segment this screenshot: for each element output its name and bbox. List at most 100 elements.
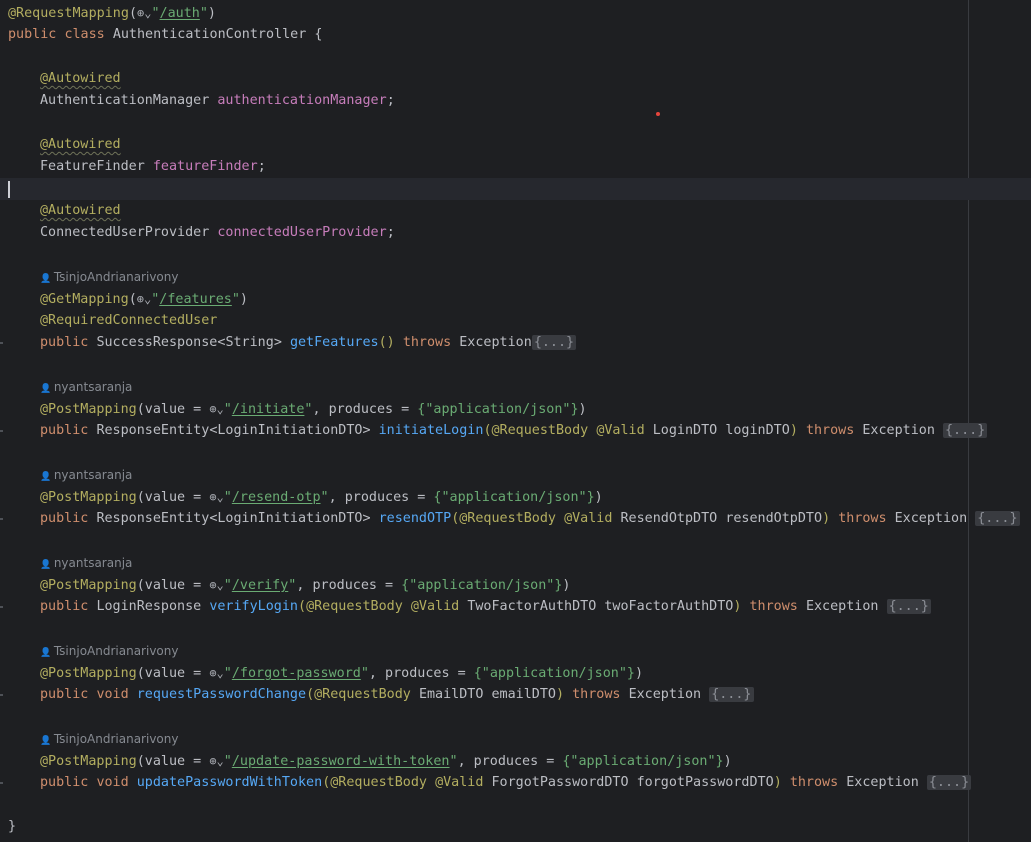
keyword: throws xyxy=(789,775,839,790)
exception-type: Exception xyxy=(805,599,879,614)
field-name: featureFinder xyxy=(152,159,258,174)
paren: ) xyxy=(723,754,732,769)
method-name: verifyLogin xyxy=(209,599,298,614)
folded-block[interactable]: {...} xyxy=(926,775,972,790)
gutter-marker xyxy=(0,518,3,520)
folded-block[interactable]: {...} xyxy=(943,423,988,438)
exception-type: Exception xyxy=(894,511,968,526)
keyword: public xyxy=(40,687,89,702)
keyword: public xyxy=(40,599,89,614)
folded-block[interactable]: {...} xyxy=(975,511,1020,526)
keyword: public xyxy=(8,27,57,42)
annotation: @PostMapping xyxy=(40,578,137,593)
globe-icon[interactable]: ⊕⌄ xyxy=(209,666,223,680)
url-path[interactable]: /features xyxy=(159,292,232,307)
person-icon: 👤 xyxy=(40,648,52,658)
field-type: FeatureFinder xyxy=(40,159,145,174)
author-hint[interactable]: 👤 nyantsaranja xyxy=(40,378,132,396)
code-line[interactable]: public void updatePasswordWithToken(@Req… xyxy=(40,772,972,794)
produces-label: , produces = xyxy=(296,578,402,593)
annotation: @Valid xyxy=(435,775,484,790)
param-type: EmailDTO xyxy=(418,687,484,702)
annotation: @RequestBody xyxy=(330,775,427,790)
param-prefix: (value = xyxy=(136,402,210,417)
url-path[interactable]: /verify xyxy=(232,578,288,593)
keyword: throws xyxy=(805,423,855,438)
code-line[interactable]: } xyxy=(8,816,16,838)
field-type: AuthenticationManager xyxy=(40,93,210,108)
param-name: twoFactorAuthDTO xyxy=(604,599,734,614)
keyword: throws xyxy=(838,511,887,526)
code-line[interactable]: @PostMapping(value = ⊕⌄"/resend-otp", pr… xyxy=(40,486,603,508)
gutter-marker xyxy=(0,342,3,344)
code-line[interactable]: ConnectedUserProvider connectedUserProvi… xyxy=(40,222,395,244)
globe-icon[interactable]: ⊕⌄ xyxy=(209,754,223,768)
annotation: @PostMapping xyxy=(40,666,137,681)
gutter-marker xyxy=(0,430,3,432)
folded-block[interactable]: {...} xyxy=(886,599,931,614)
author-hint[interactable]: 👤 TsinjoAndrianarivony xyxy=(40,268,178,286)
keyword: throws xyxy=(572,687,621,702)
exception-type: Exception xyxy=(459,335,532,350)
code-line[interactable]: @PostMapping(value = ⊕⌄"/update-password… xyxy=(40,750,732,772)
code-line[interactable]: AuthenticationManager authenticationMana… xyxy=(40,90,395,112)
param-prefix: (value = xyxy=(136,578,210,593)
url-path[interactable]: /initiate xyxy=(232,402,305,417)
url-path[interactable]: /update-password-with-token xyxy=(232,754,450,769)
code-line[interactable]: public ResponseEntity<LoginInitiationDTO… xyxy=(40,420,988,442)
annotation: @Valid xyxy=(596,423,645,438)
person-icon: 👤 xyxy=(40,560,52,570)
class-name: AuthenticationController xyxy=(112,27,307,42)
author-hint[interactable]: 👤 TsinjoAndrianarivony xyxy=(40,730,178,748)
code-line[interactable]: @PostMapping(value = ⊕⌄"/forgot-password… xyxy=(40,662,643,684)
breakpoint-dot xyxy=(656,112,660,116)
produces-value: {"application/json"} xyxy=(562,754,724,769)
annotation: @RequestBody xyxy=(314,687,411,702)
param-type: ResendOtpDTO xyxy=(620,511,718,526)
code-line[interactable]: public ResponseEntity<LoginInitiationDTO… xyxy=(40,508,1020,530)
code-line[interactable]: @RequiredConnectedUser xyxy=(40,310,217,332)
globe-icon[interactable]: ⊕⌄ xyxy=(209,490,223,504)
code-editor[interactable]: @RequestMapping(⊕⌄"/auth") public class … xyxy=(0,0,1031,842)
code-line[interactable]: FeatureFinder featureFinder; xyxy=(40,156,266,178)
code-line[interactable]: @PostMapping(value = ⊕⌄"/initiate", prod… xyxy=(40,398,587,420)
produces-label: , produces = xyxy=(328,490,434,505)
author-hint[interactable]: 👤 nyantsaranja xyxy=(40,466,132,484)
author-hint[interactable]: 👤 nyantsaranja xyxy=(40,554,132,572)
code-line[interactable]: @RequestMapping(⊕⌄"/auth") xyxy=(8,2,216,24)
globe-icon[interactable]: ⊕⌄ xyxy=(209,578,223,592)
annotation: @RequiredConnectedUser xyxy=(40,313,218,328)
url-path[interactable]: /resend-otp xyxy=(232,490,321,505)
produces-value: {"application/json"} xyxy=(401,578,563,593)
code-line[interactable]: public LoginResponse verifyLogin(@Reques… xyxy=(40,596,931,618)
keyword: public xyxy=(40,335,89,350)
person-icon: 👤 xyxy=(40,274,52,284)
keyword: public xyxy=(40,423,89,438)
folded-block[interactable]: {...} xyxy=(531,335,577,350)
author-name: nyantsaranja xyxy=(53,556,133,570)
param-name: loginDTO xyxy=(725,423,790,438)
brace: { xyxy=(314,27,323,42)
folded-block[interactable]: {...} xyxy=(709,687,754,702)
author-hint[interactable]: 👤 TsinjoAndrianarivony xyxy=(40,642,178,660)
code-line[interactable]: @Autowired xyxy=(40,200,121,222)
code-line[interactable]: @PostMapping(value = ⊕⌄"/verify", produc… xyxy=(40,574,570,596)
annotation: @RequestBody xyxy=(459,511,556,526)
param-name: forgotPasswordDTO xyxy=(636,775,774,790)
author-name: nyantsaranja xyxy=(53,380,133,394)
globe-icon[interactable]: ⊕⌄ xyxy=(137,6,151,20)
code-line[interactable]: @GetMapping(⊕⌄"/features") xyxy=(40,288,248,310)
code-line[interactable]: @Autowired xyxy=(40,134,121,156)
code-line[interactable]: public SuccessResponse<String> getFeatur… xyxy=(40,332,577,354)
code-line[interactable]: public void requestPasswordChange(@Reque… xyxy=(40,684,754,706)
generic-type: String xyxy=(225,335,274,350)
globe-icon[interactable]: ⊕⌄ xyxy=(209,402,223,416)
paren: ) xyxy=(594,490,603,505)
url-path[interactable]: /auth xyxy=(160,6,200,21)
current-line-highlight xyxy=(0,178,1031,200)
code-line[interactable]: public class AuthenticationController { xyxy=(8,24,322,46)
code-line[interactable]: @Autowired xyxy=(40,68,121,90)
globe-icon[interactable]: ⊕⌄ xyxy=(137,292,151,306)
url-path[interactable]: /forgot-password xyxy=(232,666,361,681)
keyword: throws xyxy=(402,335,452,350)
